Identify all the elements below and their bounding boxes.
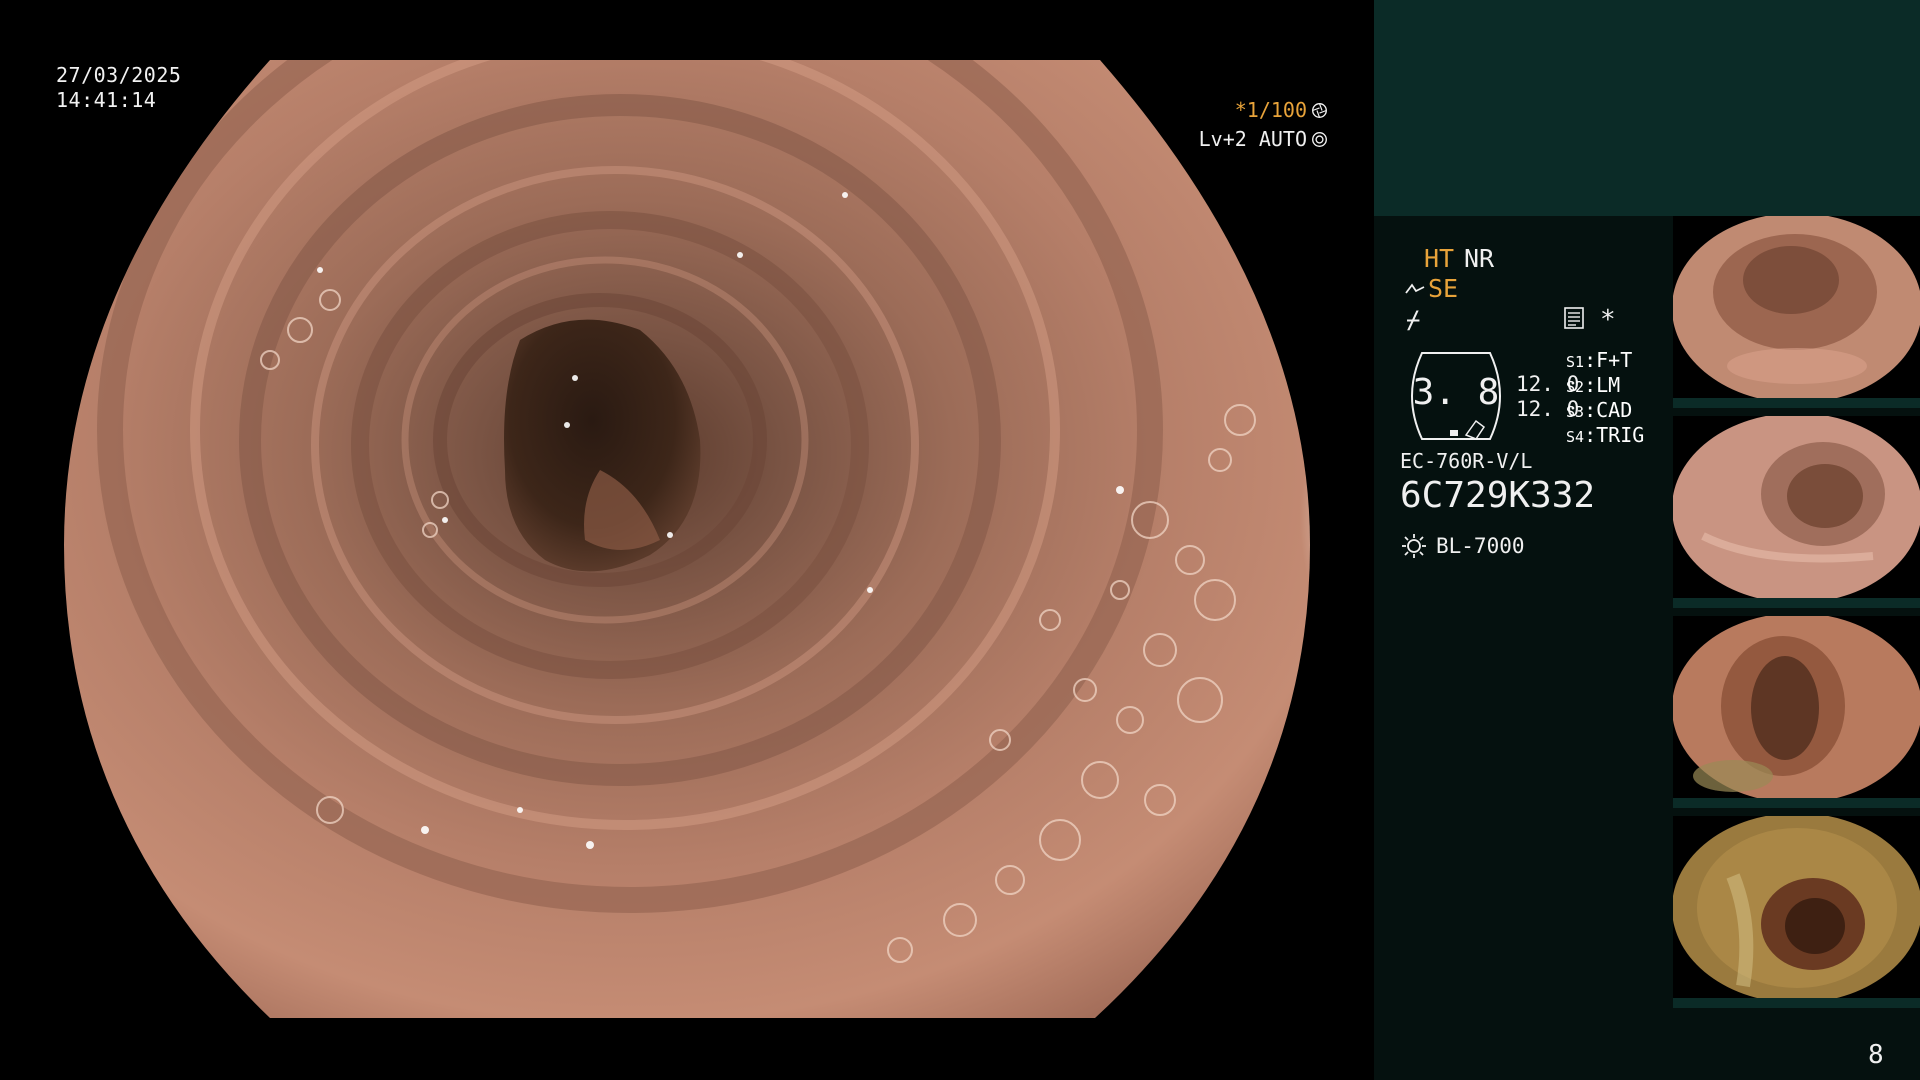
edge-enhance-icon xyxy=(1405,282,1425,294)
enhance-icon: ⌿ xyxy=(1406,306,1421,334)
document-icon xyxy=(1564,307,1584,329)
nr-indicator: NR xyxy=(1464,244,1495,273)
thumbnail-3[interactable] xyxy=(1673,616,1920,808)
panel-header xyxy=(1374,0,1920,216)
setting-s2: S2:LM xyxy=(1566,373,1621,397)
endoscopy-view: 27/03/2025 14:41:14 *1/100 Lv+2 AUTO xyxy=(0,0,1372,1080)
time-display: 14:41:14 xyxy=(56,88,157,112)
ht-indicator: HT xyxy=(1424,244,1455,273)
endoscopy-image xyxy=(64,60,1310,1018)
thumbnail-4[interactable] xyxy=(1673,816,1920,1008)
setting-s1: S1:F+T xyxy=(1566,348,1633,372)
aperture-icon xyxy=(1312,102,1327,118)
thumbnail-2[interactable] xyxy=(1673,416,1920,608)
light-source-label: BL-7000 xyxy=(1436,534,1525,558)
se-indicator: SE xyxy=(1404,274,1458,303)
mode-indicator: Lv+2 AUTO xyxy=(1199,127,1328,151)
scope-model: EC-760R-V/L xyxy=(1400,449,1533,473)
setting-s4: S4:TRIG xyxy=(1566,423,1645,447)
light-source: BL-7000 xyxy=(1400,532,1525,560)
date-display: 27/03/2025 xyxy=(56,63,182,87)
star-indicator: * xyxy=(1600,305,1616,335)
shutter-speed: *1/100 xyxy=(1234,98,1307,122)
thumbnail-1[interactable] xyxy=(1673,216,1920,408)
page-number: 8 xyxy=(1868,1040,1884,1070)
scope-value: 3. 8 xyxy=(1412,372,1500,413)
setting-s3: S3:CAD xyxy=(1566,398,1633,422)
target-icon xyxy=(1312,131,1327,147)
shutter-indicator: *1/100 xyxy=(1235,98,1328,122)
se-label: SE xyxy=(1428,274,1459,303)
light-bulb-icon xyxy=(1402,534,1426,558)
scope-serial: 6C729K332 xyxy=(1400,475,1596,516)
exposure-mode: Lv+2 AUTO xyxy=(1198,127,1307,151)
